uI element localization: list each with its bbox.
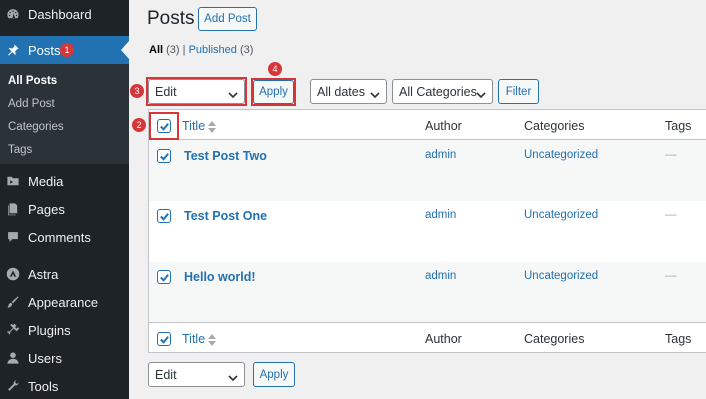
pages-icon — [6, 202, 20, 216]
table-row: Test Post One admin Uncategorized — — [148, 201, 706, 262]
plug-icon — [6, 323, 20, 337]
date-filter-value: All dates — [317, 84, 365, 99]
submenu-categories[interactable]: Categories — [8, 121, 64, 133]
post-tags-value: — — [665, 149, 677, 161]
filter-all-link[interactable]: All — [149, 44, 163, 56]
chevron-down-icon — [370, 88, 380, 99]
menu-astra-label: Astra — [28, 266, 59, 282]
highlight-box-3 — [146, 77, 247, 106]
submenu-all-posts[interactable]: All Posts — [8, 75, 57, 87]
astra-icon — [6, 267, 20, 281]
column-categories-footer: Categories — [524, 332, 585, 346]
posts-submenu: All Posts Add Post Categories Tags — [0, 64, 129, 164]
column-author-header: Author — [425, 119, 462, 133]
bulk-action-select-bottom[interactable]: Edit — [148, 362, 245, 387]
post-category-link[interactable]: Uncategorized — [524, 209, 598, 221]
table-footer: Title Author Categories Tags — [148, 322, 706, 353]
post-status-filter: All (3) | Published (3) — [149, 44, 253, 56]
table-row: Test Post Two admin Uncategorized — — [148, 140, 706, 201]
menu-comments[interactable]: Comments — [0, 223, 129, 251]
menu-dashboard[interactable]: Dashboard — [0, 0, 129, 28]
post-tags-value: — — [665, 209, 677, 221]
post-tags-value: — — [665, 270, 677, 282]
menu-pages-label: Pages — [28, 201, 65, 217]
filter-separator: | — [182, 44, 186, 56]
active-menu-arrow — [121, 41, 129, 59]
row-checkbox[interactable] — [157, 270, 171, 284]
menu-posts-label: Posts — [28, 42, 61, 58]
add-post-button[interactable]: Add Post — [198, 7, 257, 31]
highlight-box-4 — [251, 78, 296, 106]
select-all-checkbox-footer[interactable] — [157, 332, 171, 346]
date-filter-select[interactable]: All dates — [310, 79, 387, 104]
menu-appearance-label: Appearance — [28, 294, 99, 310]
step-badge-1: 1 — [60, 43, 74, 57]
chevron-down-icon — [476, 88, 486, 99]
menu-dashboard-label: Dashboard — [28, 6, 92, 22]
column-tags-footer: Tags — [665, 332, 692, 346]
highlight-box-2 — [149, 112, 179, 140]
column-tags-header: Tags — [665, 119, 692, 133]
step-badge-4: 4 — [268, 62, 282, 76]
menu-users[interactable]: Users — [0, 344, 129, 372]
column-title-footer[interactable]: Title — [182, 332, 205, 346]
step-badge-2: 2 — [132, 118, 146, 132]
menu-media[interactable]: Media — [0, 167, 129, 195]
row-checkbox[interactable] — [157, 209, 171, 223]
column-categories-header: Categories — [524, 119, 585, 133]
table-header: Title Author Categories Tags — [148, 109, 706, 140]
submenu-add-post[interactable]: Add Post — [8, 98, 55, 110]
post-author-link[interactable]: admin — [425, 149, 456, 161]
menu-media-label: Media — [28, 173, 64, 189]
menu-comments-label: Comments — [28, 229, 91, 245]
chevron-down-icon — [228, 371, 238, 382]
column-title-header[interactable]: Title — [182, 119, 205, 133]
wrench-icon — [6, 379, 20, 393]
comment-icon — [6, 230, 20, 244]
post-category-link[interactable]: Uncategorized — [524, 270, 598, 282]
filter-button[interactable]: Filter — [498, 79, 539, 104]
filter-published-link[interactable]: Published — [189, 44, 237, 56]
menu-plugins[interactable]: Plugins — [0, 316, 129, 344]
apply-button-bottom[interactable]: Apply — [253, 362, 295, 387]
table-row: Hello world! admin Uncategorized — — [148, 262, 706, 323]
menu-astra[interactable]: Astra — [0, 260, 129, 288]
step-badge-3: 3 — [130, 84, 144, 98]
pin-icon — [6, 43, 20, 57]
brush-icon — [6, 295, 20, 309]
sort-icon[interactable] — [208, 120, 216, 133]
menu-tools[interactable]: Tools — [0, 372, 129, 399]
filter-published-count: (3) — [239, 44, 254, 56]
menu-plugins-label: Plugins — [28, 322, 71, 338]
admin-sidebar: Dashboard Posts 1 All Posts Add Post Cat… — [0, 0, 129, 399]
menu-appearance[interactable]: Appearance — [0, 288, 129, 316]
menu-pages[interactable]: Pages — [0, 195, 129, 223]
post-title-link[interactable]: Hello world! — [184, 270, 256, 284]
menu-users-label: Users — [28, 350, 62, 366]
media-icon — [6, 174, 20, 188]
post-title-link[interactable]: Test Post Two — [184, 149, 267, 163]
post-author-link[interactable]: admin — [425, 270, 456, 282]
submenu-tags[interactable]: Tags — [8, 144, 32, 156]
dashboard-icon — [6, 7, 20, 21]
bulk-action-value-bottom: Edit — [155, 367, 177, 382]
menu-tools-label: Tools — [28, 378, 59, 394]
filter-all-count: (3) — [166, 44, 180, 56]
column-author-footer: Author — [425, 332, 462, 346]
post-category-link[interactable]: Uncategorized — [524, 149, 598, 161]
post-author-link[interactable]: admin — [425, 209, 456, 221]
row-checkbox[interactable] — [157, 149, 171, 163]
category-filter-value: All Categories — [399, 84, 477, 99]
post-title-link[interactable]: Test Post One — [184, 209, 267, 223]
page-title: Posts — [147, 8, 195, 29]
user-icon — [6, 351, 20, 365]
sort-icon[interactable] — [208, 333, 216, 346]
category-filter-select[interactable]: All Categories — [392, 79, 493, 104]
